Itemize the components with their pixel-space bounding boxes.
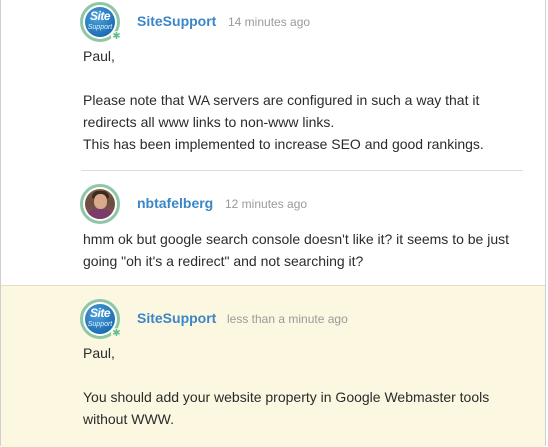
online-indicator-icon: ✱ [111,328,122,339]
comment-item: nbtafelberg 12 minutes ago hmm ok but go… [1,172,545,285]
comment-line: You should add your website property in … [83,389,490,405]
logo-text-support: Support [87,24,113,31]
comment-thread: Site Support ✱ SiteSupport 14 minutes ag… [0,0,546,447]
comment-salutation: Paul, [83,345,115,361]
comment-line: This has been implemented to increase SE… [83,136,484,152]
comment-timestamp: 12 minutes ago [225,197,308,211]
comment-divider [81,170,523,171]
sitesupport-logo-icon: Site Support [85,304,115,334]
user-photo-icon [85,189,115,219]
author-name[interactable]: SiteSupport [137,310,216,326]
comment-item-highlighted: Site Support ✱ SiteSupport less than a m… [1,285,545,447]
comment-body: Paul, Please note that WA servers are co… [83,45,523,155]
comment-line: going "oh it's a redirect" and not searc… [83,253,364,269]
comment-body: Paul, You should add your website proper… [83,342,523,430]
online-indicator-icon: ✱ [111,31,122,42]
comment-line: Please note that WA servers are configur… [83,92,480,108]
avatar[interactable]: Site Support ✱ [80,2,122,42]
avatar[interactable]: Site Support ✱ [80,299,122,339]
comment-line: hmm ok but google search console doesn't… [83,231,510,247]
comment-salutation: Paul, [83,48,115,64]
avatar[interactable] [80,184,120,224]
comment-line: redirects all www links to non-www links… [83,114,335,130]
sitesupport-logo-icon: Site Support [85,7,115,37]
author-name[interactable]: SiteSupport [137,13,216,29]
logo-text-site: Site [89,9,111,23]
logo-text-support: Support [87,321,113,328]
comment-body: hmm ok but google search console doesn't… [83,228,523,272]
comment-line: without WWW. [83,411,175,427]
author-name[interactable]: nbtafelberg [137,195,213,211]
comment-item: Site Support ✱ SiteSupport 14 minutes ag… [1,0,545,172]
logo-text-site: Site [89,306,111,320]
comment-timestamp: less than a minute ago [227,312,348,326]
comment-timestamp: 14 minutes ago [228,15,311,29]
